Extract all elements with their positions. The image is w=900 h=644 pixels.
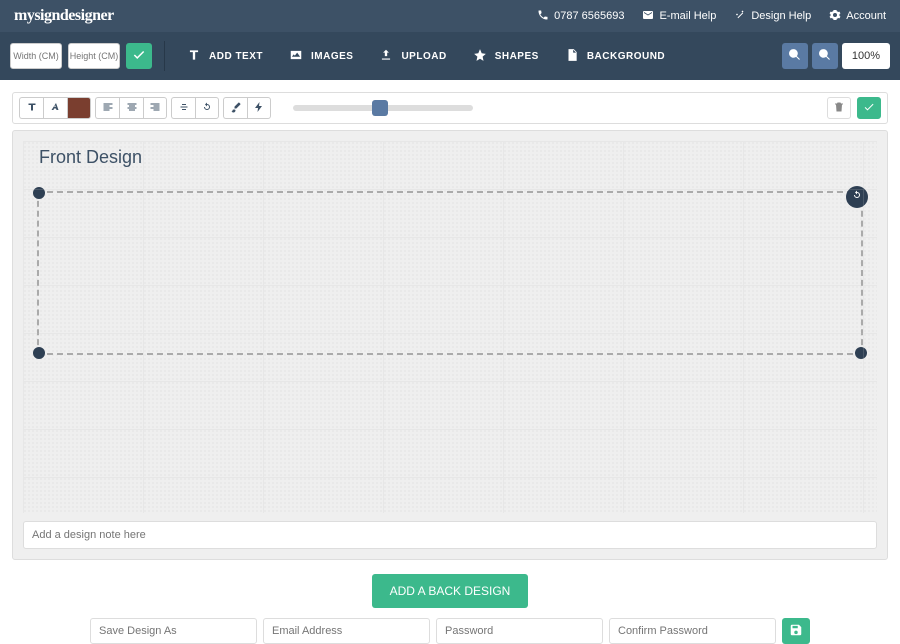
zoom-group: 100% bbox=[782, 43, 890, 69]
top-links: 0787 6565693 E-mail Help Design Help Acc… bbox=[537, 9, 886, 24]
apply-size-button[interactable] bbox=[126, 43, 152, 69]
delete-button[interactable] bbox=[827, 97, 851, 119]
canvas-area: Front Design bbox=[12, 130, 888, 560]
align-left-icon bbox=[102, 101, 114, 116]
check-icon bbox=[132, 48, 146, 65]
main-toolbar: ADD TEXT IMAGES UPLOAD SHAPES BACKGROUND… bbox=[0, 32, 900, 80]
phone-link[interactable]: 0787 6565693 bbox=[537, 9, 624, 24]
bolt-icon bbox=[253, 101, 265, 116]
design-canvas[interactable]: Front Design bbox=[23, 141, 877, 513]
email-input[interactable] bbox=[263, 618, 430, 644]
gear-icon bbox=[829, 9, 841, 24]
page-icon bbox=[565, 48, 579, 65]
mail-icon bbox=[642, 9, 654, 24]
height-input[interactable] bbox=[68, 43, 120, 69]
email-help-link[interactable]: E-mail Help bbox=[642, 9, 716, 24]
font-size-button[interactable] bbox=[43, 97, 67, 119]
rotate-handle[interactable] bbox=[846, 186, 868, 208]
shapes-label: SHAPES bbox=[495, 51, 539, 62]
topbar: mysigndesigner 0787 6565693 E-mail Help … bbox=[0, 0, 900, 32]
upload-label: UPLOAD bbox=[401, 51, 446, 62]
divider bbox=[164, 41, 165, 71]
account-link[interactable]: Account bbox=[829, 9, 886, 24]
text-type-button[interactable] bbox=[19, 97, 43, 119]
zoom-in-icon bbox=[788, 48, 801, 64]
confirm-password-input[interactable] bbox=[609, 618, 776, 644]
account-text: Account bbox=[846, 10, 886, 22]
rotate-icon bbox=[851, 188, 863, 206]
image-icon bbox=[289, 48, 303, 65]
add-text-button[interactable]: ADD TEXT bbox=[177, 48, 273, 65]
shapes-button[interactable]: SHAPES bbox=[463, 48, 549, 65]
align-center-button[interactable] bbox=[119, 97, 143, 119]
phone-text: 0787 6565693 bbox=[554, 10, 624, 22]
bolt-button[interactable] bbox=[247, 97, 271, 119]
strike-icon bbox=[178, 101, 190, 116]
zoom-in-button[interactable] bbox=[782, 43, 808, 69]
save-row bbox=[0, 618, 900, 644]
zoom-out-button[interactable] bbox=[812, 43, 838, 69]
strike-button[interactable] bbox=[171, 97, 195, 119]
star-icon bbox=[473, 48, 487, 65]
trash-icon bbox=[833, 101, 845, 116]
images-label: IMAGES bbox=[311, 51, 353, 62]
selection-box[interactable] bbox=[37, 191, 863, 355]
add-back-design-button[interactable]: ADD A BACK DESIGN bbox=[372, 574, 529, 608]
email-help-text: E-mail Help bbox=[659, 10, 716, 22]
align-right-button[interactable] bbox=[143, 97, 167, 119]
type-icon bbox=[26, 101, 38, 116]
wand-icon bbox=[734, 9, 746, 24]
handle-bottom-right[interactable] bbox=[855, 347, 867, 359]
save-icon bbox=[789, 623, 803, 640]
save-design-button[interactable] bbox=[782, 618, 810, 644]
images-button[interactable]: IMAGES bbox=[279, 48, 363, 65]
font-size-icon bbox=[50, 101, 62, 116]
upload-button[interactable]: UPLOAD bbox=[369, 48, 456, 65]
zoom-percent: 100% bbox=[842, 43, 890, 69]
align-left-button[interactable] bbox=[95, 97, 119, 119]
confirm-button[interactable] bbox=[857, 97, 881, 119]
upload-icon bbox=[379, 48, 393, 65]
add-text-label: ADD TEXT bbox=[209, 51, 263, 62]
slider-thumb[interactable] bbox=[372, 100, 388, 116]
align-center-icon bbox=[126, 101, 138, 116]
handle-top-left[interactable] bbox=[33, 187, 45, 199]
password-input[interactable] bbox=[436, 618, 603, 644]
color-swatch-button[interactable] bbox=[67, 97, 91, 119]
brush-icon bbox=[230, 101, 242, 116]
text-format-toolbar bbox=[12, 92, 888, 124]
save-name-input[interactable] bbox=[90, 618, 257, 644]
design-note-input[interactable] bbox=[23, 521, 877, 549]
phone-icon bbox=[537, 9, 549, 24]
design-help-text: Design Help bbox=[751, 10, 811, 22]
background-label: BACKGROUND bbox=[587, 51, 665, 62]
align-right-icon bbox=[149, 101, 161, 116]
add-back-row: ADD A BACK DESIGN bbox=[0, 574, 900, 608]
background-button[interactable]: BACKGROUND bbox=[555, 48, 675, 65]
design-help-link[interactable]: Design Help bbox=[734, 9, 811, 24]
refresh-button[interactable] bbox=[195, 97, 219, 119]
zoom-out-icon bbox=[818, 48, 831, 64]
logo: mysigndesigner bbox=[14, 7, 114, 25]
handle-bottom-left[interactable] bbox=[33, 347, 45, 359]
brush-button[interactable] bbox=[223, 97, 247, 119]
opacity-slider[interactable] bbox=[293, 105, 473, 111]
refresh-icon bbox=[201, 101, 213, 116]
text-tool-icon bbox=[187, 48, 201, 65]
canvas-title: Front Design bbox=[39, 147, 142, 168]
check-icon bbox=[863, 101, 875, 116]
width-input[interactable] bbox=[10, 43, 62, 69]
